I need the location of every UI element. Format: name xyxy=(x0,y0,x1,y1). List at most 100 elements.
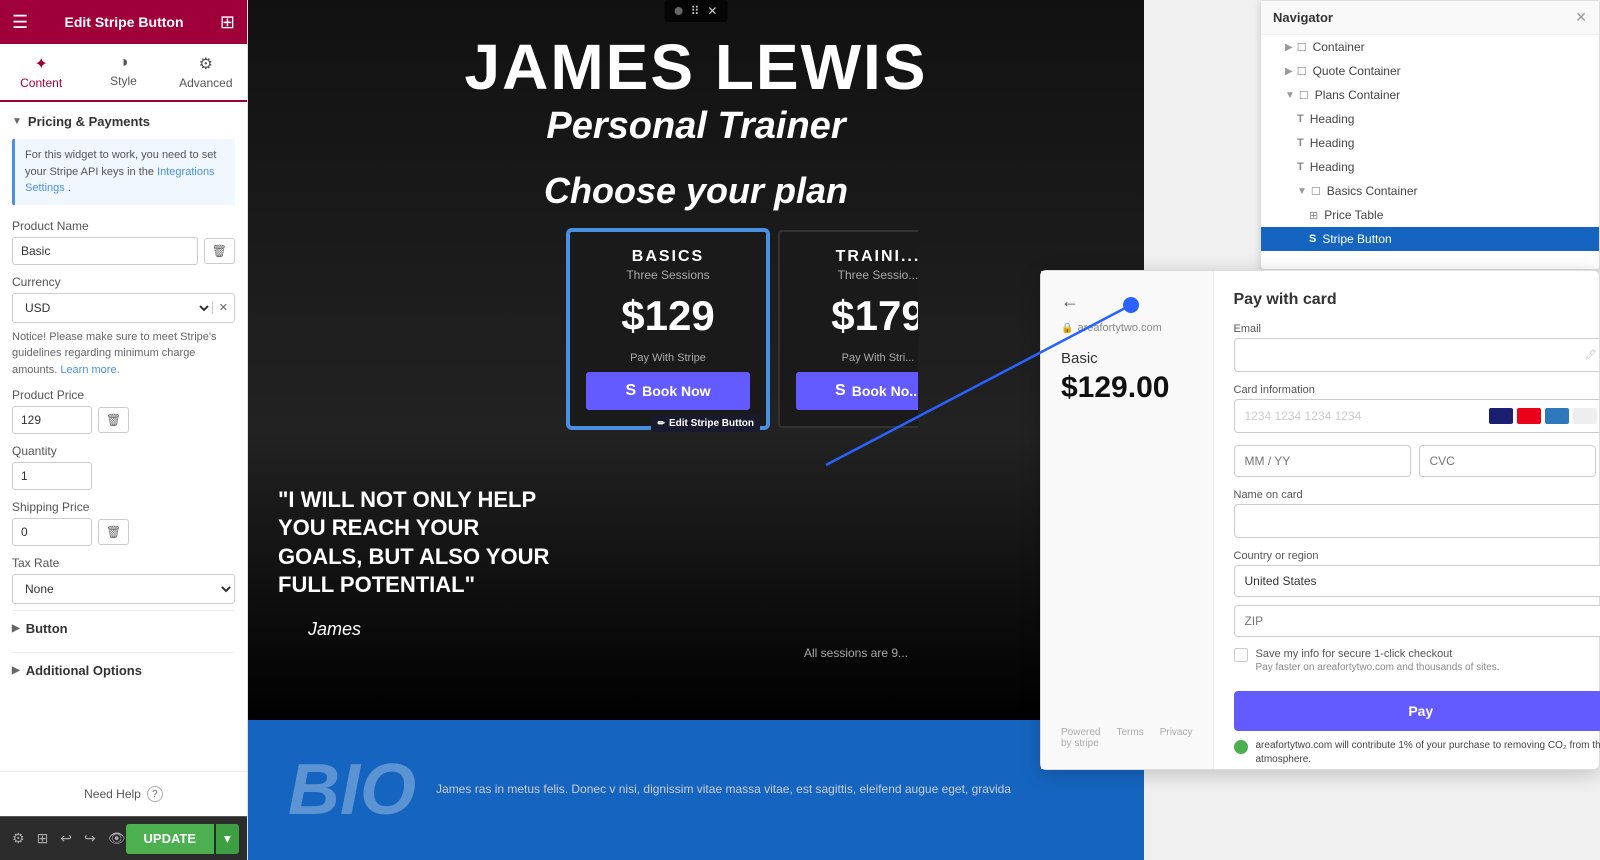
green-dot-icon xyxy=(1234,740,1248,754)
plan-card-basics[interactable]: BASICS Three Sessions $129 Pay With Stri… xyxy=(568,230,768,428)
plan-basics-pay-label: Pay With Stripe xyxy=(586,352,750,364)
nav-arrow-container: ▶ xyxy=(1285,42,1293,53)
hamburger-icon[interactable]: ☰ xyxy=(12,12,28,33)
stripe-terms-link[interactable]: Terms xyxy=(1116,727,1143,749)
layers-icon[interactable]: ⊞ xyxy=(37,830,49,847)
bottom-toolbar: ⚙ ⊞ ↩ ↪ 👁 UPDATE ▾ xyxy=(0,816,247,860)
help-circle-icon[interactable]: ? xyxy=(147,786,163,802)
currency-select[interactable]: USD xyxy=(13,294,212,322)
left-panel: ☰ Edit Stripe Button ⊞ ✦ Content ◑ Style… xyxy=(0,0,248,860)
product-price-delete-btn[interactable]: 🗑 xyxy=(98,407,129,433)
card-number-input[interactable]: 1234 1234 1234 1234 xyxy=(1234,399,1600,433)
stripe-amount: $129.00 xyxy=(1061,371,1193,405)
stripe-back-icon[interactable]: ← xyxy=(1061,291,1193,312)
nav-item-quote-container[interactable]: ▶ ☐ Quote Container xyxy=(1261,59,1599,83)
update-dropdown-btn[interactable]: ▾ xyxy=(216,824,239,854)
name-on-card-input[interactable] xyxy=(1234,504,1600,538)
nav-item-price-table[interactable]: ⊞ Price Table xyxy=(1261,203,1599,227)
product-name-input[interactable] xyxy=(12,237,198,265)
canvas-handle-dot xyxy=(675,7,683,15)
product-name-delete-btn[interactable]: 🗑 xyxy=(204,238,235,264)
nav-icon-stripe: S xyxy=(1309,233,1316,245)
book-now-label: Book Now xyxy=(642,383,710,399)
canvas-move-icon[interactable]: ⠿ xyxy=(691,4,700,18)
visa-icon xyxy=(1489,408,1513,424)
plan-basics-price: $129 xyxy=(586,292,750,340)
shipping-delete-btn[interactable]: 🗑 xyxy=(98,519,129,545)
additional-section-header[interactable]: ▶ Additional Options xyxy=(12,652,235,688)
bio-text: James ras in metus felis. Donec v nisi, … xyxy=(436,780,1104,799)
plan-basics-name: BASICS xyxy=(586,248,750,266)
stripe-s-icon: S xyxy=(625,382,636,400)
nav-item-heading-3[interactable]: T Heading xyxy=(1261,155,1599,179)
pricing-section-label: Pricing & Payments xyxy=(28,114,150,129)
green-contribution-note: areafortytwo.com will contribute 1% of y… xyxy=(1234,739,1600,767)
plan-card-training[interactable]: TRAINI... Three Sessio... $179 Pay With … xyxy=(778,230,978,428)
nav-item-heading-1[interactable]: T Heading xyxy=(1261,107,1599,131)
stripe-privacy-link[interactable]: Privacy xyxy=(1160,727,1193,749)
nav-item-container[interactable]: ▶ ☐ Container xyxy=(1261,35,1599,59)
navigator-close-icon[interactable]: ✕ xyxy=(1575,9,1587,26)
update-button[interactable]: UPDATE xyxy=(126,824,214,854)
plan-training-price: $179 xyxy=(796,292,960,340)
save-checkbox[interactable] xyxy=(1234,648,1248,662)
quote-text: "I WILL NOT ONLY HELP YOU REACH YOUR GOA… xyxy=(278,486,558,600)
stripe-book-now-btn[interactable]: S Book Now ✏ Edit Stripe Button xyxy=(586,372,750,410)
pricing-section-header[interactable]: ▼ Pricing & Payments xyxy=(12,114,235,129)
product-price-label: Product Price xyxy=(12,388,235,402)
canvas-close-icon[interactable]: ✕ xyxy=(707,4,717,18)
stripe-modal-right: Pay with card Email 🖊 Card information 1… xyxy=(1214,271,1600,769)
zip-input[interactable] xyxy=(1234,605,1600,637)
grid-icon[interactable]: ⊞ xyxy=(220,12,235,33)
redo-icon[interactable]: ↪ xyxy=(84,830,96,847)
nav-arrow-plans: ▼ xyxy=(1285,90,1295,101)
quantity-row xyxy=(12,462,235,490)
name-on-card-label: Name on card xyxy=(1234,489,1600,501)
stripe-book-now-btn-2[interactable]: S Book No... xyxy=(796,372,960,410)
settings-icon[interactable]: ⚙ xyxy=(12,830,25,847)
tax-rate-select[interactable]: None xyxy=(12,574,235,604)
undo-icon[interactable]: ↩ xyxy=(60,830,72,847)
nav-label-heading-1: Heading xyxy=(1310,112,1355,126)
nav-item-plans-container[interactable]: ▼ ☐ Plans Container xyxy=(1261,83,1599,107)
button-section-header[interactable]: ▶ Button xyxy=(12,610,235,646)
expiry-input[interactable] xyxy=(1234,445,1411,477)
nav-label-price-table: Price Table xyxy=(1324,208,1383,222)
nav-item-basics-container[interactable]: ▼ ☐ Basics Container xyxy=(1261,179,1599,203)
nav-icon-heading-3: T xyxy=(1297,161,1304,173)
navigator-title: Navigator xyxy=(1273,10,1333,25)
eye-icon[interactable]: 👁 xyxy=(108,830,126,847)
nav-label-basics: Basics Container xyxy=(1327,184,1418,198)
quantity-input[interactable] xyxy=(12,462,92,490)
learn-more-link[interactable]: Learn more. xyxy=(60,364,119,376)
currency-clear-icon[interactable]: ✕ xyxy=(212,301,234,314)
nav-item-heading-2[interactable]: T Heading xyxy=(1261,131,1599,155)
info-period: . xyxy=(68,182,71,194)
tab-style-label: Style xyxy=(110,74,137,88)
email-input[interactable]: 🖊 xyxy=(1234,338,1600,372)
plan-training-name: TRAINI... xyxy=(796,248,960,266)
product-price-input[interactable] xyxy=(12,406,92,434)
card-extra-row: ℹ xyxy=(1234,445,1600,477)
info-box: For this widget to work, you need to set… xyxy=(12,139,235,205)
nav-item-stripe-button[interactable]: S Stripe Button xyxy=(1261,227,1599,251)
country-select[interactable]: United States xyxy=(1234,565,1600,597)
cvc-input[interactable] xyxy=(1419,445,1596,477)
tab-content[interactable]: ✦ Content xyxy=(0,44,82,102)
main-canvas: ⠿ ✕ JAMES LEWIS Personal Trainer "I WILL… xyxy=(248,0,1144,720)
quantity-label: Quantity xyxy=(12,444,235,458)
nav-label-plans: Plans Container xyxy=(1315,88,1400,102)
plan-training-sessions: Three Sessio... xyxy=(796,268,960,282)
shipping-price-row: 🗑 xyxy=(12,518,235,546)
pay-button[interactable]: Pay xyxy=(1234,691,1600,731)
shipping-price-input[interactable] xyxy=(12,518,92,546)
tab-style[interactable]: ◑ Style xyxy=(82,44,164,100)
canvas-background: JAMES LEWIS Personal Trainer "I WILL NOT… xyxy=(248,0,1144,720)
nav-arrow-quote: ▶ xyxy=(1285,66,1293,77)
currency-label: Currency xyxy=(12,275,235,289)
notice-text: Notice! Please make sure to meet Stripe'… xyxy=(12,329,235,379)
panel-title: Edit Stripe Button xyxy=(65,14,184,30)
tab-content-label: Content xyxy=(20,76,62,90)
tab-advanced[interactable]: ⚙ Advanced xyxy=(165,44,247,100)
stripe-modal-left: ← 🔒 areafortytwo.com Basic $129.00 Power… xyxy=(1041,271,1214,769)
